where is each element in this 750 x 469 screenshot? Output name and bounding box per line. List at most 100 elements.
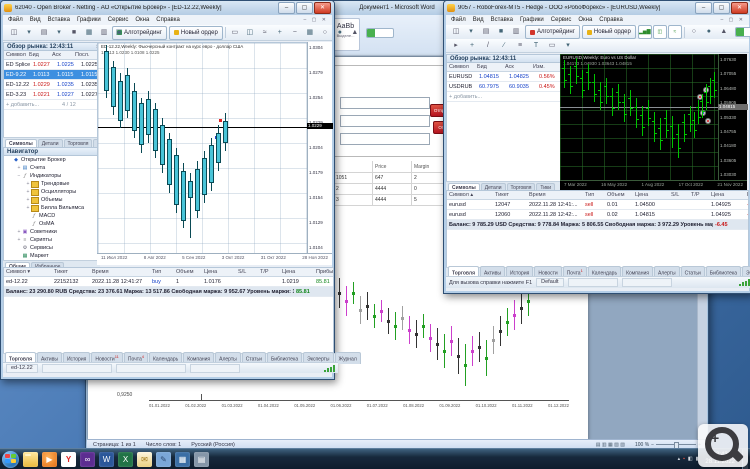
menu-item[interactable]: Справка bbox=[156, 17, 180, 23]
zoom-slider-track[interactable] bbox=[656, 444, 696, 445]
line-chart-icon[interactable]: ≈ bbox=[258, 26, 272, 40]
close-button[interactable]: ✕ bbox=[314, 2, 331, 14]
menu-item[interactable]: Файл bbox=[451, 17, 466, 23]
column-header[interactable]: Объем bbox=[174, 269, 202, 275]
chart-date-axis[interactable]: 11 Июл 20228 Авг 20225 Сен 20223 Окт 202… bbox=[97, 253, 332, 265]
column-header[interactable]: Объем bbox=[605, 192, 633, 198]
view-mode-buttons[interactable]: ▤ ▥ ▦ ▧ ▨ bbox=[596, 442, 625, 448]
minimize-button[interactable]: – bbox=[695, 2, 712, 14]
magnifier-overlay[interactable]: + bbox=[698, 424, 748, 467]
market-watch-icon[interactable]: ■ bbox=[494, 25, 508, 39]
grid-icon[interactable]: ▦ bbox=[303, 26, 317, 40]
navigator-icon[interactable]: ▥ bbox=[509, 25, 523, 39]
column-header[interactable]: Цена bbox=[202, 269, 236, 275]
notifications-icon[interactable]: ● bbox=[702, 25, 716, 39]
tray-icon[interactable]: ▴ bbox=[678, 456, 681, 462]
market-watch-icon[interactable]: ■ bbox=[67, 26, 81, 40]
price-chart[interactable]: ED-12.22,Weekly: Фьючерсный контракт на … bbox=[97, 42, 309, 255]
column-header[interactable]: Символ ▴ bbox=[447, 192, 493, 198]
media-player-icon[interactable]: ▶ bbox=[42, 452, 57, 467]
status-profile[interactable]: Default bbox=[536, 278, 563, 287]
mt5-roboforex-window[interactable]: 9057 - RoboForex-MT5 - Hedge - ООО «Робо… bbox=[443, 0, 750, 294]
search-icon[interactable]: ○ bbox=[687, 25, 701, 39]
zoom-out-icon[interactable]: − bbox=[651, 442, 654, 448]
menu-item[interactable]: Вставка bbox=[491, 17, 513, 23]
tree-item[interactable]: + Трендовые bbox=[4, 180, 97, 188]
column-header[interactable]: Бид bbox=[475, 64, 503, 70]
column-header[interactable]: Тип bbox=[150, 269, 174, 275]
form-input-1[interactable] bbox=[340, 97, 430, 109]
fibonacci-icon[interactable]: ≡ bbox=[513, 39, 527, 53]
position-row[interactable]: ed-12.22 22152132 2022.11.28 12:41:27 bu… bbox=[4, 277, 333, 287]
new-order-button[interactable]: Новый ордер bbox=[169, 26, 223, 40]
tree-item[interactable]: + Объемы bbox=[4, 196, 97, 204]
column-header[interactable]: Символ bbox=[447, 64, 475, 70]
column-header[interactable]: Тип bbox=[583, 192, 605, 198]
column-header[interactable]: Время bbox=[90, 269, 150, 275]
column-header[interactable]: Цена bbox=[633, 192, 669, 198]
tree-item[interactable]: ◆ Открытие Брокер bbox=[4, 156, 97, 164]
menu-item[interactable]: Вставка bbox=[48, 17, 70, 23]
tree-item[interactable]: + Осцилляторы bbox=[4, 188, 97, 196]
symbol-row[interactable]: ED Splice 1.0227 1.0225 1.0225 bbox=[4, 60, 97, 70]
symbol-row[interactable]: ED-9.22 1.0113 1.0115 1.0115 bbox=[4, 70, 97, 80]
menu-item[interactable]: Файл bbox=[8, 17, 23, 23]
profiles-icon[interactable]: ▤ bbox=[37, 26, 51, 40]
column-header[interactable]: Прибыль bbox=[314, 269, 334, 275]
excel-icon[interactable]: X bbox=[118, 452, 133, 467]
column-header[interactable]: Символ bbox=[4, 52, 27, 58]
column-header[interactable]: T/P bbox=[258, 269, 280, 275]
price-scale[interactable]: 1.076301.070551.064801.059051.053301.047… bbox=[718, 54, 747, 180]
column-header[interactable]: Цена bbox=[709, 192, 745, 198]
menu-item[interactable]: Графики bbox=[520, 17, 544, 23]
symbol-row[interactable]: EURUSD 1.04815 1.04825 0.56% bbox=[447, 72, 561, 82]
tray-icon[interactable]: ▪ bbox=[683, 456, 685, 462]
menu-item[interactable]: Окна bbox=[135, 17, 149, 23]
maximize-button[interactable]: ▢ bbox=[713, 2, 730, 14]
explorer-icon[interactable] bbox=[23, 452, 38, 467]
column-header[interactable]: Тикет bbox=[52, 269, 90, 275]
chart-dropdown-icon[interactable]: ▾ bbox=[464, 25, 478, 39]
crosshair-icon[interactable]: + bbox=[465, 39, 479, 53]
chart-date-axis[interactable]: 7 Mar 202216 May 20221 Aug 202217 Oct 20… bbox=[560, 180, 747, 190]
position-row[interactable]: eurusd 12047 2022.11.28 12:41:... sell 0… bbox=[447, 200, 748, 210]
form-input-3[interactable] bbox=[340, 133, 430, 145]
visual-studio-icon[interactable]: ∞ bbox=[80, 452, 95, 467]
column-header[interactable]: Посл. bbox=[73, 52, 96, 58]
trendline-icon[interactable]: / bbox=[481, 39, 495, 53]
community-icon[interactable]: ▲ bbox=[717, 25, 731, 39]
tree-item[interactable]: ⚙ Сервисы bbox=[4, 244, 97, 252]
tree-item[interactable]: − ƒ Индикаторы bbox=[4, 172, 97, 180]
form-input-2[interactable] bbox=[340, 115, 430, 127]
child-window-controls[interactable]: – ▢ ✕ bbox=[304, 17, 328, 23]
new-order-button[interactable]: Новый ордер bbox=[582, 25, 636, 39]
bars-btn[interactable]: ▂▅▇ bbox=[638, 25, 652, 39]
minimize-button[interactable]: – bbox=[278, 2, 295, 14]
tray-icon[interactable]: ◧ bbox=[688, 456, 693, 462]
price-chart[interactable]: EURUSD,Weekly: Euro vs US Dollar 1.04173… bbox=[560, 54, 718, 180]
menu-item[interactable]: Сервис bbox=[108, 17, 129, 23]
new-chart-icon[interactable]: ◫ bbox=[449, 25, 463, 39]
menu-item[interactable]: Окна bbox=[578, 17, 592, 23]
symbol-row[interactable]: ED-3.23 1.0221 1.0227 1.0227 bbox=[4, 90, 97, 100]
new-chart-icon[interactable]: ◫ bbox=[7, 26, 21, 40]
paint-icon[interactable]: ✎ bbox=[156, 452, 171, 467]
tree-item[interactable]: ƒ MACD bbox=[4, 212, 97, 220]
left-titlebar[interactable]: 62040 - Open Broker - Netting - АО «Откр… bbox=[1, 1, 334, 15]
outlook-icon[interactable]: ✉ bbox=[137, 452, 152, 467]
column-header[interactable]: Прибыль bbox=[745, 192, 749, 198]
right-titlebar[interactable]: 9057 - RoboForex-MT5 - Hedge - ООО «Робо… bbox=[444, 1, 750, 15]
tree-item[interactable]: ƒ OsMA bbox=[4, 220, 97, 228]
app-window-icon[interactable]: ▤ bbox=[194, 452, 209, 467]
toolbox-tab[interactable]: Журнал bbox=[335, 352, 361, 364]
start-button[interactable] bbox=[2, 451, 19, 468]
profiles-dropdown-icon[interactable]: ▾ bbox=[52, 26, 66, 40]
text-icon[interactable]: T bbox=[529, 39, 543, 53]
column-header[interactable]: T/P bbox=[689, 192, 709, 198]
column-header[interactable]: Символ ▾ bbox=[4, 269, 52, 275]
tree-item[interactable]: + ▤ Счета bbox=[4, 164, 97, 172]
language-indicator[interactable]: Русский (Россия) bbox=[191, 442, 235, 448]
tree-item[interactable]: + ▣ Советники bbox=[4, 228, 97, 236]
word-icon[interactable]: W bbox=[99, 452, 114, 467]
maximize-button[interactable]: ▢ bbox=[296, 2, 313, 14]
